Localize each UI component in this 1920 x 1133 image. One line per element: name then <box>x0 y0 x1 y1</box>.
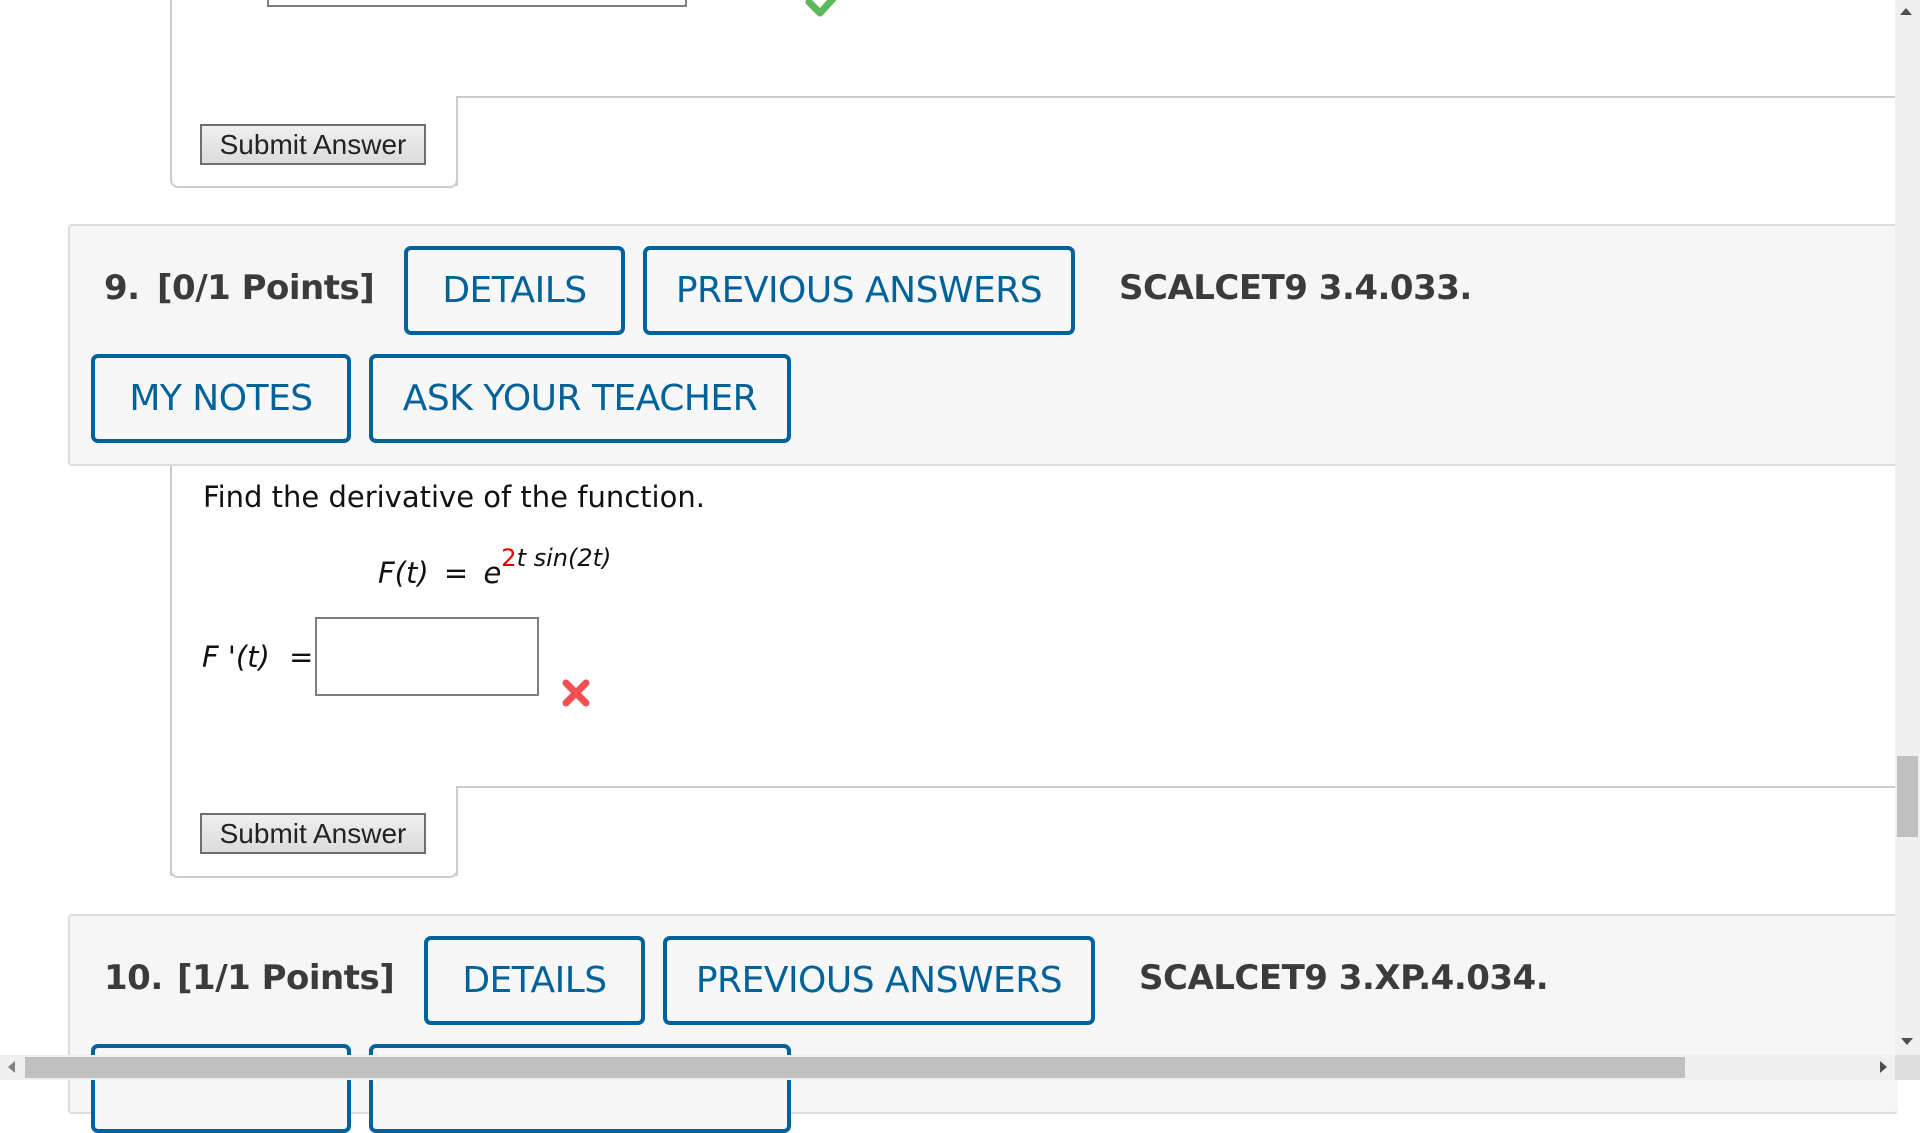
q9-answer-input[interactable] <box>315 617 539 696</box>
q10-number: 10. <box>104 958 163 998</box>
q9-points: [0/1 Points] <box>157 268 375 308</box>
q9-number: 9. <box>104 268 140 308</box>
q9-function: F(t) = e2t sin(2t) <box>378 544 611 590</box>
q8-submit-answer-button[interactable]: Submit Answer <box>200 124 426 165</box>
vertical-scroll-thumb[interactable] <box>1897 756 1918 837</box>
q10-details-button[interactable]: DETAILS <box>424 936 645 1025</box>
scroll-left-arrow-icon[interactable] <box>8 1061 15 1073</box>
q10-problem-code: SCALCET9 3.XP.4.034. <box>1139 958 1549 998</box>
q9-answer-label: F '(t) = <box>202 640 313 674</box>
q9-previous-answers-button[interactable]: PREVIOUS ANSWERS <box>643 246 1075 335</box>
q9-my-notes-button[interactable]: MY NOTES <box>91 354 351 443</box>
q9-prompt: Find the derivative of the function. <box>203 480 705 514</box>
q8-box-rule <box>456 96 1895 98</box>
scroll-right-arrow-icon[interactable] <box>1880 1061 1887 1073</box>
scrollbar-corner <box>1895 1055 1920 1080</box>
check-icon <box>805 0 845 20</box>
exponent-rest: t sin(2t) <box>516 544 612 572</box>
q9-ask-your-teacher-button[interactable]: ASK YOUR TEACHER <box>369 354 791 443</box>
q10-previous-answers-button[interactable]: PREVIOUS ANSWERS <box>663 936 1095 1025</box>
answer-lhs: F '(t) <box>202 640 270 674</box>
function-lhs: F(t) <box>378 556 429 590</box>
function-base: e <box>483 556 502 590</box>
answer-equals: = <box>289 640 314 674</box>
vertical-scrollbar[interactable] <box>1895 0 1920 1055</box>
q9-submit-answer-button[interactable]: Submit Answer <box>200 813 426 854</box>
q9-box-rule <box>456 786 1895 788</box>
q9-problem-code: SCALCET9 3.4.033. <box>1119 268 1472 308</box>
q9-details-button[interactable]: DETAILS <box>404 246 625 335</box>
x-icon <box>561 678 591 708</box>
q10-points: [1/1 Points] <box>177 958 395 998</box>
exponent-coefficient: 2 <box>501 544 517 572</box>
horizontal-scroll-thumb[interactable] <box>25 1057 1685 1078</box>
scroll-up-arrow-icon[interactable] <box>1900 8 1912 15</box>
q8-answer-input[interactable] <box>267 0 687 7</box>
q9-box-rule-corner <box>456 786 458 876</box>
function-equals: = <box>443 556 469 590</box>
q8-box-rule-corner <box>456 96 458 186</box>
scroll-down-arrow-icon[interactable] <box>1901 1038 1913 1045</box>
